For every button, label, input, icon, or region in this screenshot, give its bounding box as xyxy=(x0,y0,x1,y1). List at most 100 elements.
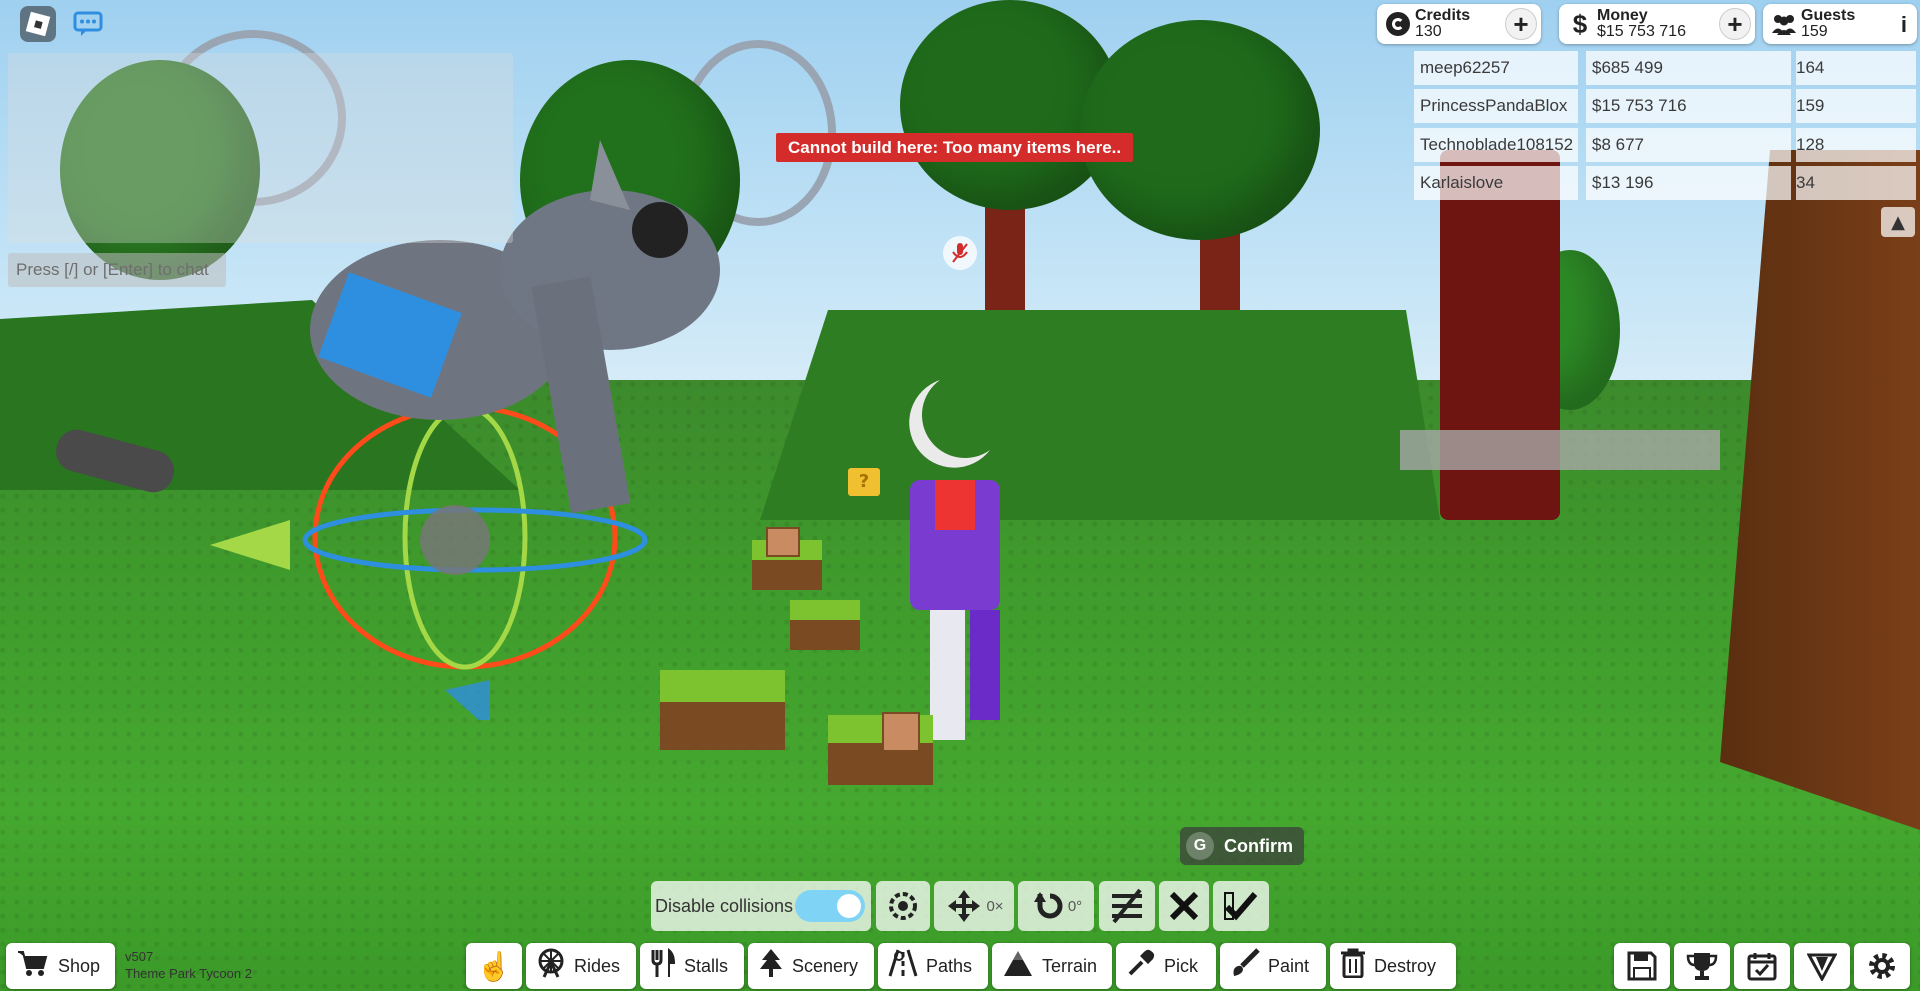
leaderboard-row[interactable]: PrincessPandaBlox $15 753 716 159 xyxy=(1414,89,1916,123)
chat-input[interactable]: Press [/] or [Enter] to chat xyxy=(8,253,226,287)
move-icon xyxy=(948,890,981,922)
leaderboard-row[interactable]: meep62257 $685 499 164 xyxy=(1414,51,1916,85)
question-block: ? xyxy=(848,468,880,496)
player-name: meep62257 xyxy=(1414,51,1578,85)
shop-label: Shop xyxy=(58,955,101,976)
version-info: v507 Theme Park Tycoon 2 xyxy=(125,948,252,982)
triangle-up-icon: ▲ xyxy=(1891,211,1905,233)
tree-icon xyxy=(758,948,784,985)
save-button[interactable] xyxy=(1614,943,1670,989)
pivot-tool-button[interactable] xyxy=(876,881,930,931)
category-scenery[interactable]: Scenery xyxy=(748,943,874,989)
ferris-wheel-icon xyxy=(536,948,566,985)
path-icon xyxy=(888,948,918,985)
player-money: $13 196 xyxy=(1586,166,1791,200)
trash-icon xyxy=(1340,948,1366,985)
player-name: PrincessPandaBlox xyxy=(1414,89,1578,123)
floppy-disk-icon xyxy=(1627,951,1657,981)
guests-panel: Guests 159 i xyxy=(1763,4,1917,44)
leaderboard-row[interactable]: Karlaislove $13 196 34 xyxy=(1414,166,1916,200)
distant-track xyxy=(1400,430,1720,470)
grid-off-icon xyxy=(1112,888,1142,924)
paintbrush-icon xyxy=(1230,947,1260,985)
rides-label: Rides xyxy=(574,955,621,976)
leaderboard-collapse-button[interactable]: ▲ xyxy=(1881,207,1915,237)
scenery-label: Scenery xyxy=(792,955,859,976)
build-error-message: Cannot build here: Too many items here.. xyxy=(776,133,1134,162)
version-number: v507 xyxy=(125,949,154,964)
settings-button[interactable] xyxy=(1854,943,1910,989)
dollar-icon: $ xyxy=(1572,8,1588,39)
keybind-badge: G xyxy=(1186,832,1214,860)
pick-label: Pick xyxy=(1164,955,1199,976)
category-paths[interactable]: Paths xyxy=(878,943,988,989)
disable-collisions-control[interactable]: Disable collisions xyxy=(651,881,871,931)
hand-pointer-icon: ☝ xyxy=(476,950,512,982)
category-rides[interactable]: Rides xyxy=(526,943,636,989)
badge-icon xyxy=(1807,953,1837,981)
eyedropper-icon xyxy=(1126,948,1156,985)
park-rating-button[interactable] xyxy=(1794,943,1850,989)
roblox-menu-button[interactable] xyxy=(20,6,56,42)
player-guests: 34 xyxy=(1796,166,1916,200)
mountain-icon xyxy=(1002,949,1034,984)
credits-value: 130 xyxy=(1415,23,1442,40)
category-terrain[interactable]: Terrain xyxy=(992,943,1112,989)
collision-label: Disable collisions xyxy=(655,895,794,916)
paths-label: Paths xyxy=(926,955,973,976)
game-title: Theme Park Tycoon 2 xyxy=(125,966,252,981)
add-money-button[interactable]: + xyxy=(1719,8,1751,40)
terrain-label: Terrain xyxy=(1042,955,1098,976)
achievements-button[interactable] xyxy=(1674,943,1730,989)
close-icon xyxy=(1169,891,1199,921)
objectives-button[interactable] xyxy=(1734,943,1790,989)
guests-value: 159 xyxy=(1801,23,1828,40)
player-money: $685 499 xyxy=(1586,51,1791,85)
trophy-icon xyxy=(1686,953,1718,980)
rotate-step-button[interactable]: 0° xyxy=(1018,881,1094,931)
category-stalls[interactable]: Stalls xyxy=(640,943,744,989)
grass-block xyxy=(790,600,860,650)
confirm-hint[interactable]: G Confirm xyxy=(1180,827,1304,865)
confirm-button[interactable] xyxy=(1213,881,1269,931)
player-money: $15 753 716 xyxy=(1586,89,1791,123)
player-name: Karlaislove xyxy=(1414,166,1578,200)
destroy-tool-button[interactable]: Destroy xyxy=(1330,943,1456,989)
pick-tool-button[interactable]: Pick xyxy=(1116,943,1216,989)
player-guests: 164 xyxy=(1796,51,1916,85)
info-icon[interactable]: i xyxy=(1901,12,1907,38)
cart-icon xyxy=(16,949,48,984)
move-step-button[interactable]: 0× xyxy=(934,881,1014,931)
player-money: $8 677 xyxy=(1586,128,1791,162)
fork-knife-icon xyxy=(650,947,676,985)
leaderboard-row[interactable]: Technoblade108152 $8 677 128 xyxy=(1414,128,1916,162)
add-credits-button[interactable]: + xyxy=(1505,8,1537,40)
cancel-button[interactable] xyxy=(1159,881,1209,931)
guests-label: Guests xyxy=(1801,7,1856,24)
grid-snap-button[interactable] xyxy=(1099,881,1155,931)
rotate-step-value: 0° xyxy=(1067,897,1083,915)
money-label: Money xyxy=(1597,7,1648,24)
paint-tool-button[interactable]: Paint xyxy=(1220,943,1326,989)
collision-toggle[interactable] xyxy=(795,890,865,922)
muted-mic-icon[interactable] xyxy=(943,236,977,270)
player-guests: 128 xyxy=(1796,128,1916,162)
player-name: Technoblade108152 xyxy=(1414,128,1578,162)
select-tool-button[interactable]: ☝ xyxy=(466,943,522,989)
credits-icon xyxy=(1381,12,1415,36)
shop-button[interactable]: Shop xyxy=(6,943,115,989)
tree xyxy=(1080,20,1320,240)
brown-wall xyxy=(1720,150,1920,830)
player-avatar[interactable] xyxy=(880,370,1040,760)
chat-icon[interactable] xyxy=(70,6,106,42)
destroy-label: Destroy xyxy=(1374,955,1437,976)
rotate-icon xyxy=(1033,892,1063,919)
gear-pivot-icon xyxy=(889,892,917,920)
move-step-value: 0× xyxy=(986,897,1004,915)
confirm-label: Confirm xyxy=(1224,835,1293,856)
guests-icon xyxy=(1767,13,1801,35)
money-panel: $ Money $15 753 716 + xyxy=(1559,4,1755,44)
calendar-check-icon xyxy=(1747,953,1777,981)
gear-icon xyxy=(1869,953,1895,979)
player-guests: 159 xyxy=(1796,89,1916,123)
